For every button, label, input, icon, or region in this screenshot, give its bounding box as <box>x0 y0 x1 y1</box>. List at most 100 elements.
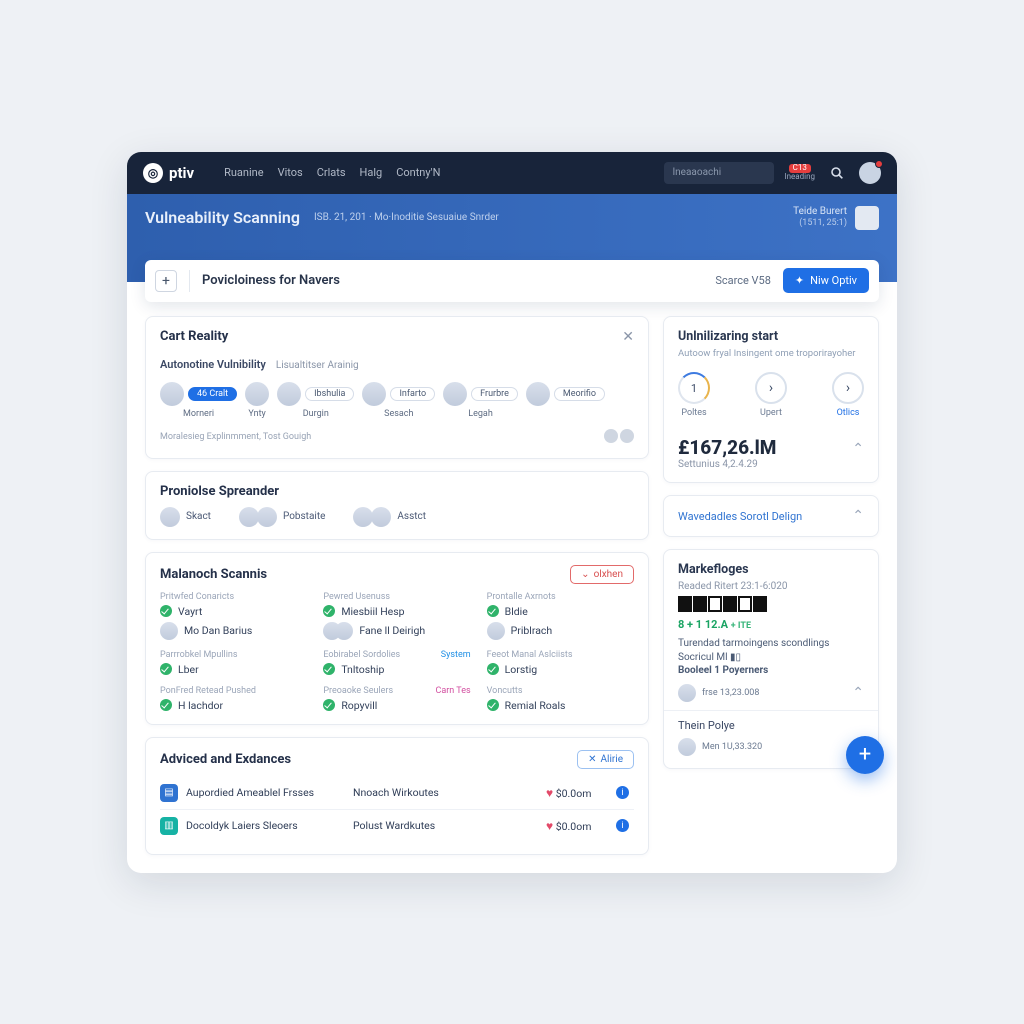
chevron-down-icon: ⌄ <box>581 569 589 580</box>
card-title: Adviced and Exdances <box>160 752 291 767</box>
user-avatar[interactable] <box>859 162 881 184</box>
arrow-right-icon: › <box>769 380 773 396</box>
barcode-icon <box>678 596 864 612</box>
column-header: Prontalle Axrnots <box>487 592 634 602</box>
search-icon[interactable] <box>825 161 849 185</box>
ring-label: Poltes <box>681 408 706 418</box>
header-user-avatar <box>855 206 879 230</box>
avatar-icon <box>160 622 178 640</box>
scan-item[interactable]: Lber <box>160 663 307 676</box>
avatar-icon <box>335 622 353 640</box>
check-icon <box>487 605 499 617</box>
link-label: Wavedadles Sorotl Delign <box>678 510 802 523</box>
card-subtitle: Autonotine Vulnibility <box>160 358 266 371</box>
mk-user[interactable]: frse 13,23.008 <box>678 684 759 702</box>
scans-column: Pritwfed Conaricts Vayrt Mo Dan Barius <box>160 592 307 640</box>
person-name: Durgin <box>303 409 329 419</box>
column-header: Feeot Manal Aslciists <box>487 650 634 660</box>
page-subheader: Vulneability Scanning ISB. 21, 201 · Mo·… <box>127 194 897 282</box>
close-icon[interactable]: ✕ <box>622 329 634 345</box>
spreader-item[interactable]: Pobstaite <box>239 507 325 527</box>
nav-item[interactable]: Vitos <box>278 166 303 179</box>
scan-item[interactable]: Mo Dan Barius <box>160 622 307 640</box>
scan-item[interactable]: Vayrt <box>160 605 307 618</box>
people-row: 46 Cralt Morneri Ynty Ibshulia Durgin In… <box>160 382 634 419</box>
search-placeholder: Ineaaoachi <box>672 167 721 178</box>
card-title: Unlnilizaring start <box>678 329 864 344</box>
avatar-icon <box>257 507 277 527</box>
header-user[interactable]: Teide Burert (1511, 25:1) <box>793 206 879 230</box>
info-icon[interactable]: i <box>616 786 629 799</box>
scans-column: Preoaoke Seulers Carn Tes Ropyvill <box>323 686 470 712</box>
scan-item[interactable]: Bldie <box>487 605 634 618</box>
scan-item[interactable]: Miesbiil Hesp <box>323 605 470 618</box>
scan-item[interactable]: Remial Roals <box>487 699 634 712</box>
top-nav: ◎ ptiv Ruanine Vitos Crlats Halg Contny'… <box>127 152 897 194</box>
nav-item[interactable]: Contny'N <box>396 166 440 179</box>
chevron-up-icon[interactable]: ⌃ <box>852 685 864 701</box>
ring-item[interactable]: ›Upert <box>755 372 787 418</box>
person-item[interactable]: 46 Cralt Morneri <box>160 382 237 419</box>
column-header: Pritwfed Conaricts <box>160 592 307 602</box>
adviced-list: ▤Aupordied Ameablel Frsses Nnoach Wirkou… <box>160 777 634 842</box>
person-item[interactable]: Frurbre Legah <box>443 382 518 419</box>
nav-item[interactable]: Ruanine <box>224 166 263 179</box>
nav-item[interactable]: Halg <box>360 166 383 179</box>
check-icon <box>160 605 172 617</box>
avatar-icon <box>239 507 259 527</box>
nav-item[interactable]: Crlats <box>317 166 346 179</box>
column-header: Preoaoke Seulers <box>323 686 393 696</box>
scan-item[interactable]: Priblrach <box>487 622 634 640</box>
header-user-date: (1511, 25:1) <box>793 218 847 229</box>
column-header: Pewred Usenuss <box>323 592 470 602</box>
ring-item[interactable]: ›Otlics <box>832 372 864 418</box>
card-markefloges: Markefloges Readed Ritert 23:1-6:020 8 +… <box>663 549 879 769</box>
person-item[interactable]: Infarto Sesach <box>362 382 435 419</box>
person-item[interactable]: Meorifio <box>526 382 605 419</box>
card-title: Proniolse Spreander <box>160 484 279 499</box>
fab-add-button[interactable]: + <box>846 736 884 774</box>
scans-column: PonFred Retead Pushed H lachdor <box>160 686 307 712</box>
spreader-item[interactable]: Asstct <box>353 507 426 527</box>
scans-action-button[interactable]: ⌄olxhen <box>570 565 634 584</box>
scan-item[interactable]: Ropyvill <box>323 699 470 712</box>
chevron-up-icon[interactable]: ⌃ <box>852 441 864 457</box>
column-left: Cart Reality ✕ Autonotine Vulnibility Li… <box>145 316 649 855</box>
arrow-right-icon: › <box>846 380 850 396</box>
badge-label: Ineading <box>784 173 815 182</box>
scan-item[interactable]: Tnltoship <box>323 663 470 676</box>
status-badge[interactable]: C13 Ineading <box>784 164 815 182</box>
person-name: Morneri <box>183 409 214 419</box>
adviced-action-button[interactable]: ✕Alirie <box>577 750 634 769</box>
top-search-input[interactable]: Ineaaoachi <box>664 162 774 184</box>
scan-item[interactable]: Fane ll Deirigh <box>323 622 470 640</box>
check-icon <box>160 663 172 675</box>
brand-logo[interactable]: ◎ ptiv <box>143 163 194 183</box>
column-side-link[interactable]: System <box>441 650 471 660</box>
column-side-link[interactable]: Carn Tes <box>435 686 470 696</box>
person-pill: Frurbre <box>471 387 518 401</box>
mk-section-title: Thein Polye <box>678 719 864 732</box>
card-link[interactable]: Wavedadles Sorotl Delign⌃ <box>663 495 879 537</box>
card-title: Markefloges <box>678 562 864 577</box>
scan-item[interactable]: H lachdor <box>160 699 307 712</box>
ring-item[interactable]: 1Poltes <box>678 372 710 418</box>
card-cart-reality: Cart Reality ✕ Autonotine Vulnibility Li… <box>145 316 649 459</box>
delta-value: 8 + 1 12.A + ITE <box>678 618 864 631</box>
person-item[interactable]: Ynty <box>245 382 269 419</box>
person-item[interactable]: Ibshulia Durgin <box>277 382 354 419</box>
info-icon[interactable]: i <box>616 819 629 832</box>
top-right-tools: Ineaaoachi C13 Ineading <box>664 161 881 185</box>
heart-icon: ♥ <box>546 819 553 833</box>
list-item[interactable]: ▥Docoldyk Laiers Sleoers Polust Wardkute… <box>160 809 634 842</box>
column-header: Voncutts <box>487 686 634 696</box>
column-header: Eobirabel Sordolies <box>323 650 400 660</box>
mk-user[interactable]: Men 1U,33.320 <box>678 738 762 756</box>
list-item[interactable]: ▤Aupordied Ameablel Frsses Nnoach Wirkou… <box>160 777 634 809</box>
mini-avatar-icon <box>620 429 634 443</box>
notification-dot-icon <box>875 160 883 168</box>
spreader-item[interactable]: Skact <box>160 507 211 527</box>
scan-item[interactable]: Lorstig <box>487 663 634 676</box>
avatar-icon <box>160 382 184 406</box>
card-spreader: Proniolse Spreander Skact Pobstaite Asst… <box>145 471 649 540</box>
